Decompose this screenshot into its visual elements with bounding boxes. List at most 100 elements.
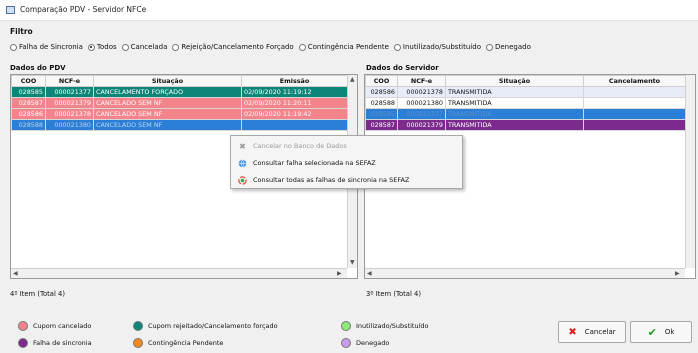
table-cell-coo[interactable]: 028587 — [11, 97, 46, 109]
scroll-right-arrow-icon[interactable]: ▶ — [337, 270, 342, 277]
table-cell-coo[interactable]: 028585 — [365, 108, 398, 120]
table-cell-emissao[interactable] — [241, 119, 348, 131]
filter-option-0[interactable]: Falha de Sincronia — [10, 43, 83, 51]
table-cell-coo[interactable]: 028587 — [365, 119, 398, 131]
table-cell-emissao[interactable]: 02/09/2020 11:19:42 — [241, 108, 348, 120]
legend-item-cupom-cancelado: Cupom cancelado — [18, 321, 91, 331]
filter-option-label: Rejeição/Cancelamento Forçado — [181, 43, 294, 51]
filter-option-3[interactable]: Rejeição/Cancelamento Forçado — [172, 43, 294, 51]
table-cell-cancelamento[interactable] — [583, 108, 686, 120]
table-cell-situacao[interactable]: TRANSMITIDA — [445, 119, 584, 131]
table-cell-ncfe[interactable]: 000021380 — [45, 119, 94, 131]
filter-option-1[interactable]: Todos — [87, 43, 117, 51]
servidor-horizontal-scrollbar[interactable]: ◀ ▶ — [365, 268, 685, 278]
table-cell-situacao[interactable]: CANCELADO SEM NF — [93, 119, 242, 131]
radio-button-icon[interactable] — [87, 43, 95, 51]
pdv-section-title: Dados do PDV — [10, 64, 66, 72]
table-cell-coo[interactable]: 028586 — [365, 86, 398, 98]
table-cell-ncfe[interactable]: 000021377 — [45, 86, 94, 98]
servidor-col-situacao[interactable]: Situação — [445, 75, 584, 87]
servidor-col-cancelamento[interactable]: Cancelamento — [583, 75, 686, 87]
filter-option-4[interactable]: Contingência Pendente — [298, 43, 389, 51]
pdv-status-count: 4º Item (Total 4) — [10, 290, 65, 298]
table-cell-coo[interactable]: 028585 — [11, 86, 46, 98]
radio-button-icon[interactable] — [172, 43, 180, 51]
table-row[interactable]: 028588 000021380 TRANSMITIDA — [365, 97, 686, 109]
table-row[interactable]: 028586 000021378 TRANSMITIDA — [365, 86, 686, 98]
table-cell-ncfe[interactable]: 000021380 — [397, 97, 446, 109]
cancel-button[interactable]: ✖ Cancelar — [558, 321, 626, 343]
table-row[interactable]: 028588 000021380 CANCELADO SEM NF — [11, 119, 348, 131]
table-cell-emissao[interactable]: 02/09/2020 11:20:11 — [241, 97, 348, 109]
table-row[interactable]: 028585 000021377 CANCELAMENTO FORÇADO 02/09… — [11, 86, 348, 98]
menu-item-consultar-todas[interactable]: Consultar todas as falhas de sincronia n… — [231, 173, 462, 187]
globe-icon — [238, 159, 247, 168]
scroll-left-arrow-icon[interactable]: ◀ — [367, 270, 372, 277]
table-cell-ncfe[interactable]: 000021377 — [397, 108, 446, 120]
table-cell-ncfe[interactable]: 000021379 — [45, 97, 94, 109]
pdv-col-ncfe[interactable]: NCF-e — [45, 75, 94, 87]
red-x-icon: ✖ — [568, 326, 577, 338]
table-cell-situacao[interactable]: CANCELADO SEM NF — [93, 97, 242, 109]
filter-option-label: Cancelada — [130, 43, 168, 51]
table-cell-coo[interactable]: 028586 — [11, 108, 46, 120]
app-window-icon — [6, 6, 15, 14]
radio-button-icon[interactable] — [121, 43, 129, 51]
radio-button-icon[interactable] — [298, 43, 306, 51]
servidor-header-row: COO NCF-e Situação Cancelamento — [365, 75, 686, 87]
radio-button-icon[interactable] — [485, 43, 493, 51]
table-cell-situacao[interactable]: TRANSMITIDA — [445, 108, 584, 120]
scroll-left-arrow-icon[interactable]: ◀ — [13, 270, 18, 277]
legend-item-cupom-rejeitado: Cupom rejeitado/Cancelamento forçado — [133, 321, 278, 331]
table-cell-situacao[interactable]: CANCELAMENTO FORÇADO — [93, 86, 242, 98]
filter-option-6[interactable]: Denegado — [485, 43, 531, 51]
table-cell-situacao[interactable]: TRANSMITIDA — [445, 86, 584, 98]
table-cell-situacao[interactable]: CANCELADO SEM NF — [93, 108, 242, 120]
green-check-icon: ✔ — [647, 325, 657, 339]
table-cell-coo[interactable]: 028588 — [365, 97, 398, 109]
legend-item-denegado: Denegado — [341, 338, 389, 348]
filter-option-label: Todos — [96, 43, 117, 51]
filter-option-2[interactable]: Cancelada — [121, 43, 168, 51]
servidor-status-count: 3º Item (Total 4) — [366, 290, 421, 298]
table-cell-cancelamento[interactable] — [583, 86, 686, 98]
menu-item-cancelar-banco[interactable]: ✖ Cancelar no Banco de Dados — [231, 139, 462, 153]
pdv-col-situacao[interactable]: Situação — [93, 75, 242, 87]
filter-radio-group: Falha de Sincronia Todos Cancelada Rejeição… — [10, 41, 690, 53]
scroll-right-arrow-icon[interactable]: ▶ — [675, 270, 680, 277]
table-cell-ncfe[interactable]: 000021379 — [397, 119, 446, 131]
table-row[interactable]: 028585 000021377 TRANSMITIDA — [365, 108, 686, 120]
table-cell-ncfe[interactable]: 000021378 — [45, 108, 94, 120]
table-row[interactable]: 028586 000021378 CANCELADO SEM NF 02/09/202… — [11, 108, 348, 120]
servidor-col-coo[interactable]: COO — [365, 75, 398, 87]
pdv-col-emissao[interactable]: Emissão — [241, 75, 348, 87]
radio-button-icon[interactable] — [10, 43, 17, 51]
scroll-up-arrow-icon[interactable]: ▲ — [350, 76, 355, 83]
legend-item-falha-sincronia: Falha de sincronia — [18, 338, 92, 348]
table-cell-cancelamento[interactable] — [583, 119, 686, 131]
table-cell-ncfe[interactable]: 000021378 — [397, 86, 446, 98]
table-row[interactable]: 028587 000021379 CANCELADO SEM NF 02/09/202… — [11, 97, 348, 109]
filter-option-5[interactable]: Inutilizado/Substituído — [393, 43, 481, 51]
table-row[interactable]: 028587 000021379 TRANSMITIDA — [365, 119, 686, 131]
filter-option-label: Contingência Pendente — [307, 43, 389, 51]
filter-option-label: Inutilizado/Substituído — [402, 43, 481, 51]
window-title: Comparação PDV - Servidor NFCe — [20, 5, 147, 14]
pdv-horizontal-scrollbar[interactable]: ◀ ▶ — [11, 268, 347, 278]
table-cell-situacao[interactable]: TRANSMITIDA — [445, 97, 584, 109]
filter-option-label: Falha de Sincronia — [19, 43, 83, 51]
radio-button-icon[interactable] — [393, 43, 401, 51]
ok-button[interactable]: ✔ Ok — [630, 321, 692, 343]
pdv-col-coo[interactable]: COO — [11, 75, 46, 87]
table-cell-cancelamento[interactable] — [583, 97, 686, 109]
legend-item-contingencia: Contingência Pendente — [133, 338, 223, 348]
menu-item-consultar-falha[interactable]: Consultar falha selecionada na SEFAZ — [231, 156, 462, 170]
servidor-section-title: Dados do Servidor — [366, 64, 439, 72]
servidor-vertical-scrollbar[interactable] — [685, 75, 695, 268]
table-cell-coo[interactable]: 028588 — [11, 119, 46, 131]
table-cell-emissao[interactable]: 02/09/2020 11:19:12 — [241, 86, 348, 98]
legend-color-swatch — [133, 338, 143, 348]
scroll-down-arrow-icon[interactable]: ▼ — [350, 259, 355, 266]
legend-color-swatch — [341, 321, 351, 331]
servidor-col-ncfe[interactable]: NCF-e — [397, 75, 446, 87]
